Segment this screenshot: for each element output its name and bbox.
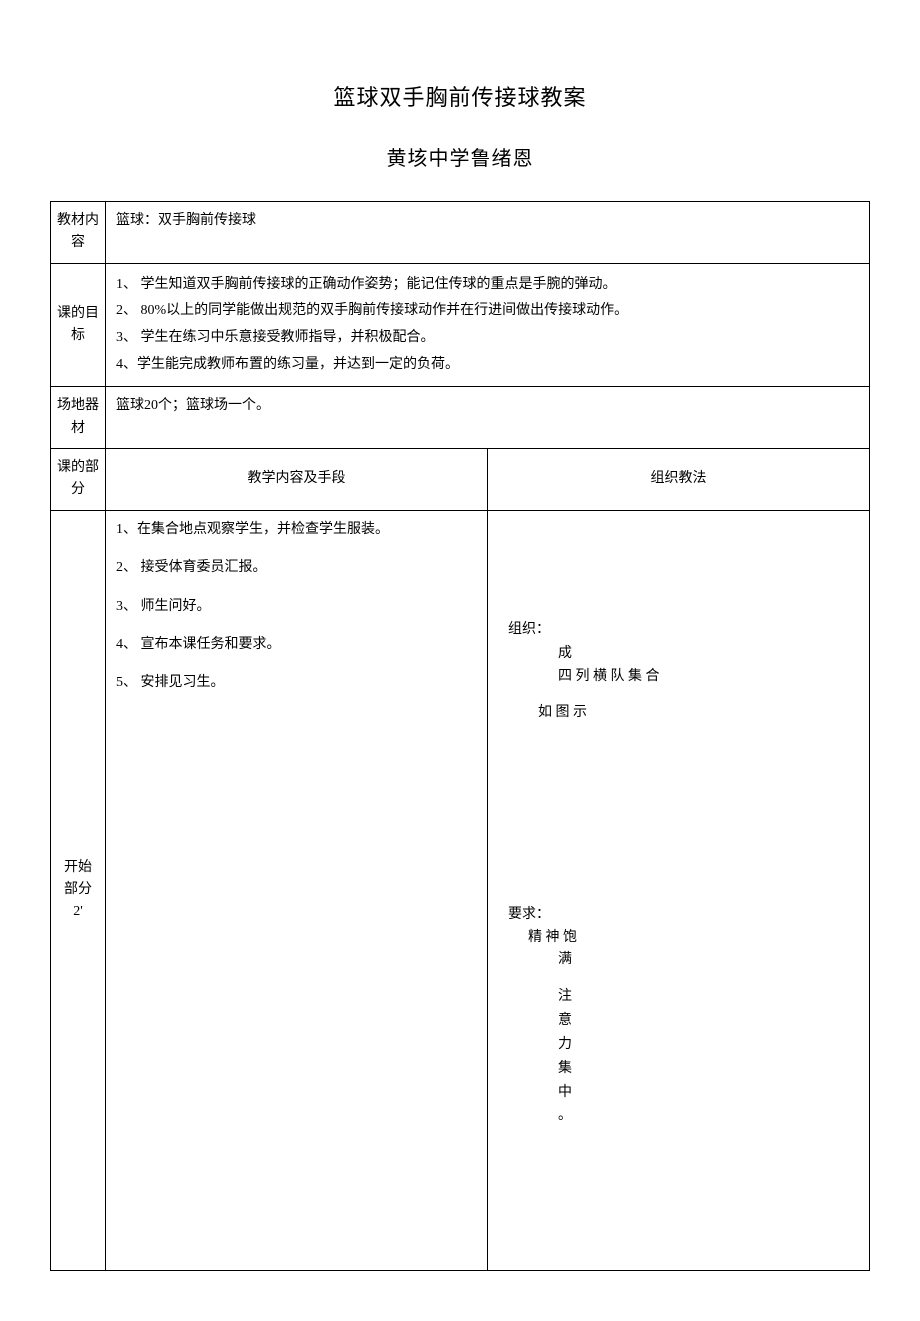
label-material: 教材内容	[51, 202, 106, 264]
start-item: 5、 安排见习生。	[116, 672, 477, 694]
org-line: 如 图 示	[508, 702, 859, 724]
start-label-2: 部分	[53, 879, 103, 901]
row-material: 教材内容 篮球：双手胸前传接球	[51, 202, 870, 264]
start-item: 4、 宣布本课任务和要求。	[116, 634, 477, 656]
goal-item: 1、 学生知道双手胸前传接球的正确动作姿势；能记住传球的重点是手腕的弹动。	[116, 272, 859, 299]
req-char: 集	[558, 1057, 859, 1081]
row-section-header: 课的部分 教学内容及手段 组织教法	[51, 448, 870, 510]
org-line: 成	[508, 643, 859, 665]
goal-item: 3、 学生在练习中乐意接受教师指导，并积极配合。	[116, 325, 859, 352]
req-char: 。	[558, 1104, 859, 1128]
start-label-3: 2'	[53, 901, 103, 923]
content-goals: 1、 学生知道双手胸前传接球的正确动作姿势；能记住传球的重点是手腕的弹动。 2、…	[106, 263, 870, 386]
header-right: 组织教法	[488, 448, 870, 510]
label-start-section: 开始 部分 2'	[51, 510, 106, 1270]
start-content: 1、在集合地点观察学生，并检查学生服装。 2、 接受体育委员汇报。 3、 师生问…	[106, 510, 488, 1270]
req-char: 意	[558, 1009, 859, 1033]
req-char: 注	[558, 985, 859, 1009]
req-vertical: 注 意 力 集 中 。	[508, 985, 859, 1128]
document-subtitle: 黄垓中学鲁绪恩	[50, 142, 870, 171]
row-goals: 课的目标 1、 学生知道双手胸前传接球的正确动作姿势；能记住传球的重点是手腕的弹…	[51, 263, 870, 386]
req-char: 中	[558, 1081, 859, 1105]
label-equipment: 场地器材	[51, 387, 106, 449]
document-title: 篮球双手胸前传接球教案	[50, 80, 870, 112]
goal-item: 2、 80%以上的同学能做出规范的双手胸前传接球动作并在行进间做出传接球动作。	[116, 298, 859, 325]
content-equipment: 篮球20个；篮球场一个。	[106, 387, 870, 449]
req-line: 精 神 饱	[508, 927, 859, 949]
req-char: 力	[558, 1033, 859, 1057]
lesson-plan-table: 教材内容 篮球：双手胸前传接球 课的目标 1、 学生知道双手胸前传接球的正确动作…	[50, 201, 870, 1271]
start-item: 3、 师生问好。	[116, 596, 477, 618]
start-label-1: 开始	[53, 857, 103, 879]
document-page: 篮球双手胸前传接球教案 黄垓中学鲁绪恩 教材内容 篮球：双手胸前传接球 课的目标…	[0, 0, 920, 1321]
row-start-section: 开始 部分 2' 1、在集合地点观察学生，并检查学生服装。 2、 接受体育委员汇…	[51, 510, 870, 1270]
start-organization: 组织： 成 四 列 横 队 集 合 如 图 示 要求： 精 神 饱 满 注 意 …	[488, 510, 870, 1270]
org-label: 组织：	[508, 619, 859, 641]
label-section: 课的部分	[51, 448, 106, 510]
goal-item: 4、学生能完成教师布置的练习量，并达到一定的负荷。	[116, 352, 859, 379]
req-label: 要求：	[508, 904, 859, 926]
label-goals: 课的目标	[51, 263, 106, 386]
start-item: 2、 接受体育委员汇报。	[116, 557, 477, 579]
org-line: 四 列 横 队 集 合	[508, 666, 859, 688]
content-material: 篮球：双手胸前传接球	[106, 202, 870, 264]
req-line: 满	[508, 949, 859, 971]
row-equipment: 场地器材 篮球20个；篮球场一个。	[51, 387, 870, 449]
header-mid: 教学内容及手段	[106, 448, 488, 510]
start-item: 1、在集合地点观察学生，并检查学生服装。	[116, 519, 477, 541]
